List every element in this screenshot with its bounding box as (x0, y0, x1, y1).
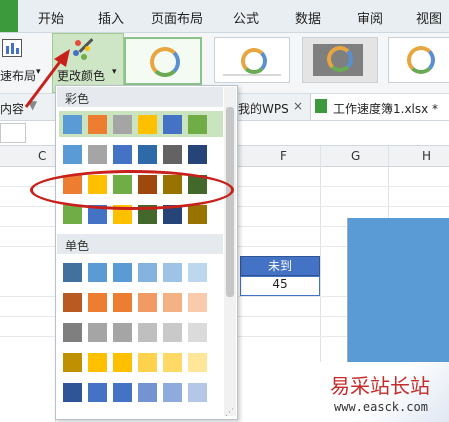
chart-style-2[interactable] (214, 37, 290, 83)
menu-bar: 开始 插入 页面布局 公式 数据 审阅 视图 (0, 0, 449, 33)
tab-data[interactable]: 数据 (295, 8, 321, 27)
color-swatch (63, 115, 82, 134)
mono-scheme-row[interactable] (59, 379, 223, 405)
color-swatch (63, 353, 82, 372)
color-swatch (88, 323, 107, 342)
color-swatch (138, 263, 157, 282)
tab-review[interactable]: 审阅 (357, 8, 383, 27)
mono-scheme-row[interactable] (59, 349, 223, 375)
wps-tab-label[interactable]: 我的WPS (238, 100, 289, 117)
color-swatch (188, 323, 207, 342)
tab-home[interactable]: 开始 (38, 8, 64, 27)
mono-scheme-row[interactable] (59, 259, 223, 285)
mono-scheme-row[interactable] (59, 319, 223, 345)
color-swatch (188, 205, 207, 224)
color-swatch (163, 353, 182, 372)
color-swatch (163, 145, 182, 164)
data-cell-header[interactable]: 未到 (240, 256, 320, 276)
data-cell-value[interactable]: 45 (240, 276, 320, 296)
section-mono-label: 单色 (65, 239, 90, 253)
color-swatch (113, 353, 132, 372)
color-swatch (188, 145, 207, 164)
chart-style-1[interactable] (124, 37, 202, 85)
column-header-c[interactable]: C (38, 149, 46, 163)
mono-scheme-row[interactable] (59, 289, 223, 315)
color-swatch (113, 323, 132, 342)
annotation-arrow (24, 49, 70, 108)
color-swatch (138, 383, 157, 402)
color-swatch (163, 383, 182, 402)
layout-icon (2, 39, 22, 57)
color-swatch (88, 263, 107, 282)
color-swatch (63, 205, 82, 224)
color-swatch (88, 145, 107, 164)
color-swatch (63, 323, 82, 342)
color-swatch (63, 293, 82, 312)
scrollbar-thumb[interactable] (226, 107, 234, 297)
chart-style-4[interactable] (388, 37, 449, 83)
color-scheme-row[interactable] (59, 111, 223, 137)
column-header-f[interactable]: F (280, 149, 287, 163)
section-color: 彩色 (57, 87, 223, 107)
workbook-tab[interactable]: 工作速度簿1.xlsx * (310, 94, 449, 120)
color-swatch (138, 145, 157, 164)
color-swatch (188, 115, 207, 134)
name-box[interactable] (0, 123, 26, 143)
chart-style-3[interactable] (302, 37, 378, 83)
dropdown-scrollbar[interactable] (224, 87, 236, 416)
color-swatch (88, 115, 107, 134)
color-swatch (163, 263, 182, 282)
color-swatch (188, 263, 207, 282)
color-swatch (188, 383, 207, 402)
color-swatch (113, 263, 132, 282)
color-swatch (113, 383, 132, 402)
close-icon[interactable]: × (293, 99, 303, 113)
tab-insert[interactable]: 插入 (98, 8, 124, 27)
color-swatch (88, 293, 107, 312)
color-scheme-row[interactable] (59, 141, 223, 167)
change-color-dropdown: 彩色 单色 ⋰ (55, 85, 238, 420)
resize-grip-icon[interactable]: ⋰ (225, 408, 234, 418)
color-swatch (113, 145, 132, 164)
color-swatch (88, 383, 107, 402)
color-swatch (188, 353, 207, 372)
app-button[interactable] (0, 0, 18, 32)
color-swatch (113, 293, 132, 312)
color-swatch (138, 353, 157, 372)
color-swatch (63, 383, 82, 402)
color-swatch (63, 145, 82, 164)
section-mono: 单色 (57, 234, 223, 254)
column-header-h[interactable]: H (422, 149, 431, 163)
color-swatch (163, 293, 182, 312)
color-swatch (188, 293, 207, 312)
tab-view[interactable]: 视图 (416, 8, 442, 27)
color-swatch (163, 115, 182, 134)
watermark: 易采站长站 www.easck.com (290, 362, 449, 422)
workbook-tab-label: 工作速度簿1.xlsx * (333, 102, 439, 116)
color-swatch (138, 115, 157, 134)
color-swatch (63, 263, 82, 282)
color-swatch (163, 323, 182, 342)
tab-formulas[interactable]: 公式 (233, 8, 259, 27)
color-swatch (138, 293, 157, 312)
color-swatch (88, 353, 107, 372)
watermark-title: 易采站长站 (330, 374, 430, 398)
color-swatch (138, 323, 157, 342)
chevron-down-icon: ▾ (112, 67, 117, 77)
spreadsheet-icon (315, 99, 327, 113)
arrow-shaft (24, 58, 64, 108)
watermark-url: www.easck.com (334, 400, 428, 414)
color-swatch (113, 115, 132, 134)
column-header-g[interactable]: G (351, 149, 360, 163)
tab-page-layout[interactable]: 页面布局 (151, 8, 203, 27)
highlight-oval (30, 170, 234, 210)
